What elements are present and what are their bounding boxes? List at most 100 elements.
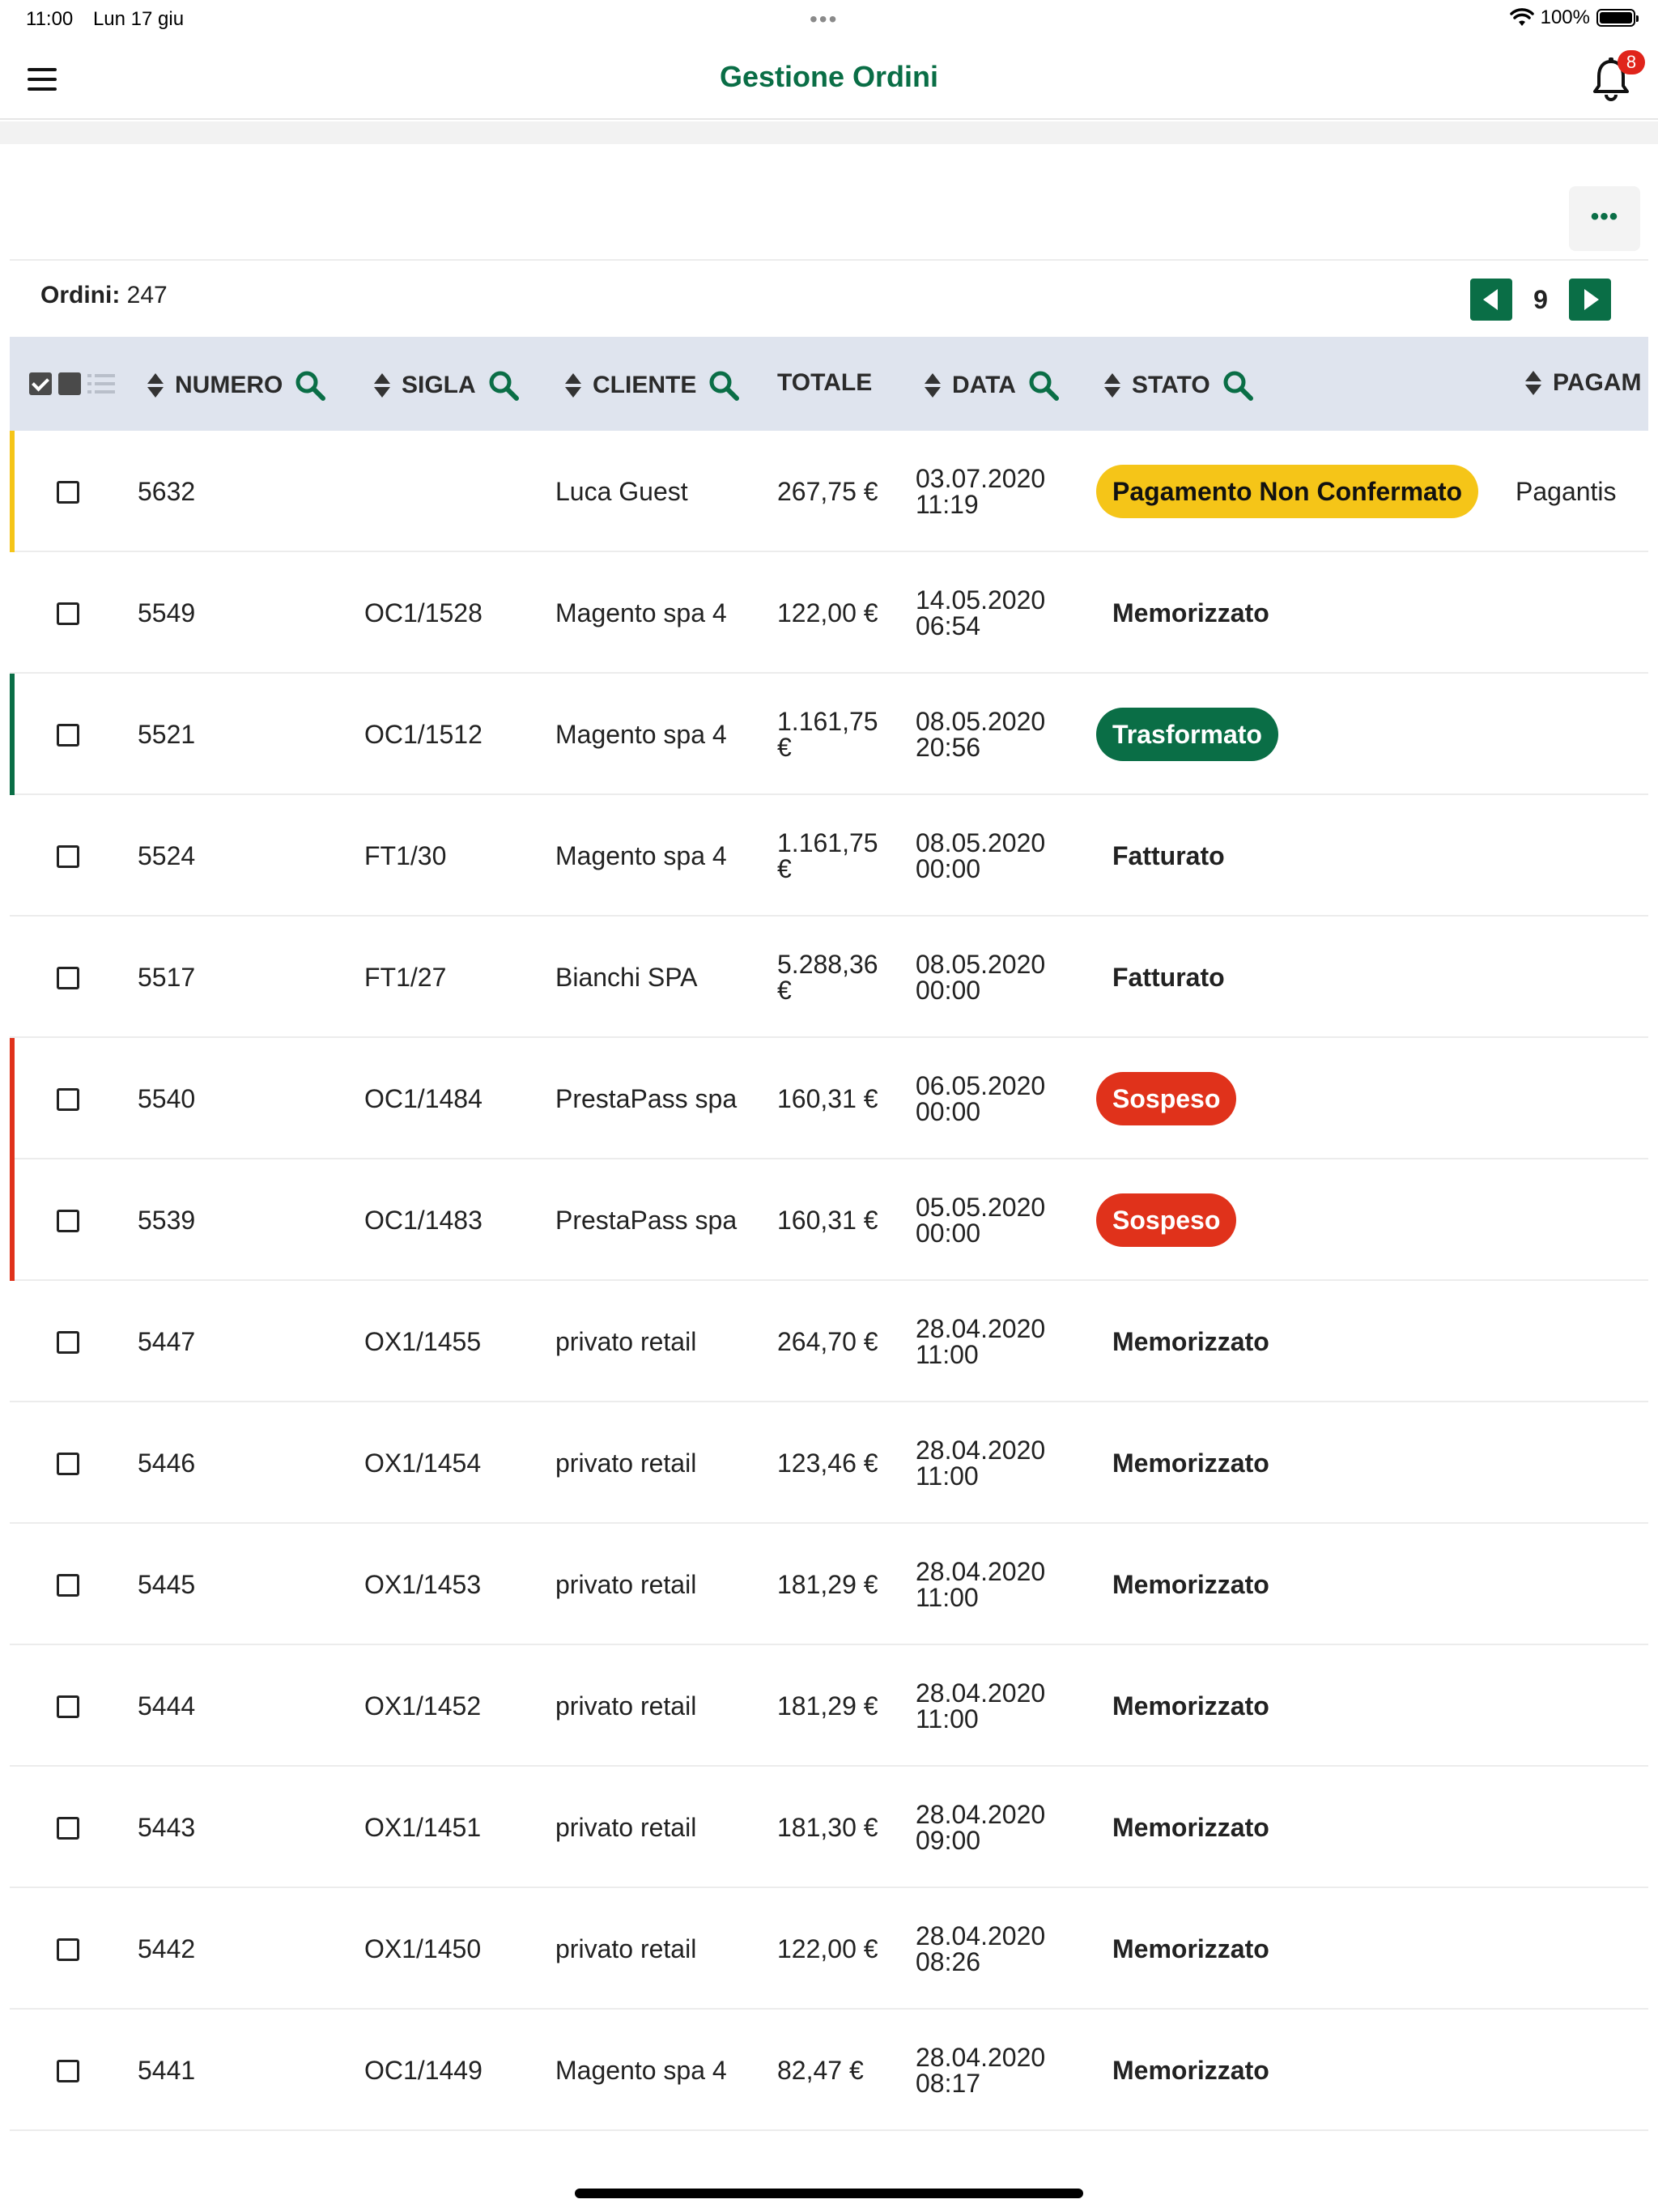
divider [10, 259, 1648, 261]
sort-icon[interactable] [1104, 372, 1120, 398]
column-label-cliente: CLIENTE [593, 372, 697, 398]
column-header-data[interactable]: DATA [925, 369, 1060, 402]
cell-stato: Memorizzato [1096, 1524, 1269, 1645]
status-text: Memorizzato [1112, 1569, 1269, 1599]
table-row[interactable]: 5444 OX1/1452 privato retail 181,29 € 28.04.… [10, 1645, 1648, 1767]
row-checkbox[interactable] [57, 1695, 79, 1718]
table-row[interactable]: 5524 FT1/30 Magento spa 4 1.161,75 € 08.05.2… [10, 795, 1648, 917]
next-page-button[interactable] [1569, 279, 1611, 321]
cell-data-time: 00:00 [916, 976, 981, 1005]
cell-data-date: 08.05.2020 [916, 828, 1046, 857]
table-row[interactable]: 5540 OC1/1484 PrestaPass spa 160,31 € 06.05.… [10, 1038, 1648, 1159]
home-indicator[interactable] [575, 2189, 1083, 2198]
search-icon[interactable] [708, 369, 740, 402]
cell-totale: 82,47 € [777, 2056, 864, 2085]
column-label-stato: STATO [1132, 372, 1210, 398]
cell-totale: 160,31 € [777, 1206, 878, 1235]
search-icon[interactable] [294, 369, 326, 402]
cell-data-date: 03.07.2020 [916, 464, 1046, 493]
table-row[interactable]: 5521 OC1/1512 Magento spa 4 1.161,75 € 08.05… [10, 674, 1648, 795]
table-row[interactable]: 5442 OX1/1450 privato retail 122,00 € 28.04.… [10, 1888, 1648, 2010]
status-badge: Sospeso [1096, 1072, 1237, 1125]
row-checkbox[interactable] [57, 1938, 79, 1961]
sort-icon[interactable] [374, 372, 390, 398]
row-status-indicator [10, 1038, 15, 1159]
table-row[interactable]: 5443 OX1/1451 privato retail 181,30 € 28.04.… [10, 1767, 1648, 1888]
select-all-checkbox-icon[interactable] [29, 372, 52, 395]
cell-totale: 181,29 € [777, 1570, 878, 1599]
cell-sigla: FT1/30 [364, 840, 447, 870]
table-row[interactable]: 28.04.2020 [10, 2131, 1648, 2175]
select-page-icon[interactable] [58, 372, 81, 395]
row-checkbox[interactable] [57, 1210, 79, 1232]
header-select-tools [29, 372, 115, 395]
table-row[interactable]: 5517 FT1/27 Bianchi SPA 5.288,36 € 08.05.202… [10, 917, 1648, 1038]
cell-sigla: OC1/1528 [364, 598, 483, 627]
column-label-totale: TOTALE [777, 369, 873, 396]
column-header-sigla[interactable]: SIGLA [374, 369, 520, 402]
cell-totale: 122,00 € [777, 598, 878, 627]
search-icon[interactable] [1222, 369, 1254, 402]
column-header-cliente[interactable]: CLIENTE [565, 369, 740, 402]
prev-page-button[interactable] [1470, 279, 1512, 321]
cell-data: 14.05.2020 06:54 [916, 552, 1045, 674]
cell-cliente: PrestaPass spa [555, 1083, 738, 1113]
multitasking-dots-icon[interactable]: ••• [810, 6, 838, 32]
table-row[interactable]: 5446 OX1/1454 privato retail 123,46 € 28.04.… [10, 1402, 1648, 1524]
row-checkbox[interactable] [57, 724, 79, 747]
table-row[interactable]: 5632 Luca Guest 267,75 € 03.07.2020 11:19 Pag… [10, 431, 1648, 552]
status-text: Memorizzato [1112, 2055, 1269, 2085]
status-time: 11:00 [26, 8, 74, 30]
table-row[interactable]: 5445 OX1/1453 privato retail 181,29 € 28.04.… [10, 1524, 1648, 1645]
more-options-button[interactable]: ••• [1569, 186, 1640, 251]
column-header-numero[interactable]: NUMERO [147, 369, 326, 402]
cell-data-time: 06:54 [916, 611, 981, 640]
column-header-pagamento[interactable]: PAGAM [1525, 369, 1641, 397]
status-time-date: 11:00 Lun 17 giu [26, 8, 198, 31]
row-checkbox[interactable] [57, 1453, 79, 1475]
row-checkbox[interactable] [57, 481, 79, 504]
cell-data-date: 28.04.2020 [916, 1678, 1046, 1708]
row-checkbox[interactable] [57, 1574, 79, 1597]
cell-stato: Sospeso [1096, 1038, 1237, 1159]
sort-icon[interactable] [1525, 370, 1541, 396]
row-checkbox[interactable] [57, 1817, 79, 1840]
row-checkbox[interactable] [57, 1088, 79, 1111]
cell-data-date: 08.05.2020 [916, 707, 1046, 736]
cell-numero: 5441 [138, 2055, 196, 2085]
cell-numero: 5447 [138, 1326, 196, 1356]
row-checkbox[interactable] [57, 602, 79, 625]
cell-cliente: Magento spa 4 [555, 598, 727, 627]
cell-numero: 5442 [138, 1933, 196, 1963]
row-checkbox[interactable] [57, 2060, 79, 2082]
cell-data-date: 28.04.2020 [916, 1436, 1046, 1465]
row-checkbox[interactable] [57, 1331, 79, 1354]
row-checkbox[interactable] [57, 967, 79, 989]
table-header: NUMERO SIGLA CLIENTE TOTALE DATA STATO P… [10, 337, 1648, 431]
cell-sigla: OC1/1512 [364, 719, 483, 749]
sort-icon[interactable] [147, 372, 164, 398]
cell-stato: Pagamento Non Confermato [1096, 431, 1479, 552]
cell-stato: Memorizzato [1096, 1888, 1269, 2010]
row-checkbox[interactable] [57, 845, 79, 868]
cell-data-date: 28.04.2020 [916, 1557, 1046, 1586]
table-row[interactable]: 5441 OC1/1449 Magento spa 4 82,47 € 28.04.20… [10, 2010, 1648, 2131]
search-icon[interactable] [1027, 369, 1060, 402]
sort-icon[interactable] [925, 372, 941, 398]
cell-data: 28.04.2020 11:00 [916, 1645, 1045, 1767]
table-row[interactable]: 5447 OX1/1455 privato retail 264,70 € 28.04.… [10, 1281, 1648, 1402]
column-header-stato[interactable]: STATO [1104, 369, 1254, 402]
cell-data: 03.07.2020 11:19 [916, 431, 1045, 552]
cell-numero: 5549 [138, 598, 196, 627]
table-row[interactable]: 5539 OC1/1483 PrestaPass spa 160,31 € 05.05.… [10, 1159, 1648, 1281]
cell-totale: 160,31 € [777, 1084, 878, 1113]
sort-icon[interactable] [565, 372, 581, 398]
status-text: Fatturato [1112, 962, 1225, 992]
cell-data: 28.04.2020 11:00 [916, 1524, 1045, 1645]
list-icon[interactable] [87, 372, 115, 395]
table-row[interactable]: 5549 OC1/1528 Magento spa 4 122,00 € 14.05.2… [10, 552, 1648, 674]
cell-cliente: Luca Guest [555, 476, 688, 506]
status-text: Memorizzato [1112, 1691, 1269, 1721]
cell-data: 28.04.2020 11:00 [916, 1402, 1045, 1524]
search-icon[interactable] [487, 369, 520, 402]
